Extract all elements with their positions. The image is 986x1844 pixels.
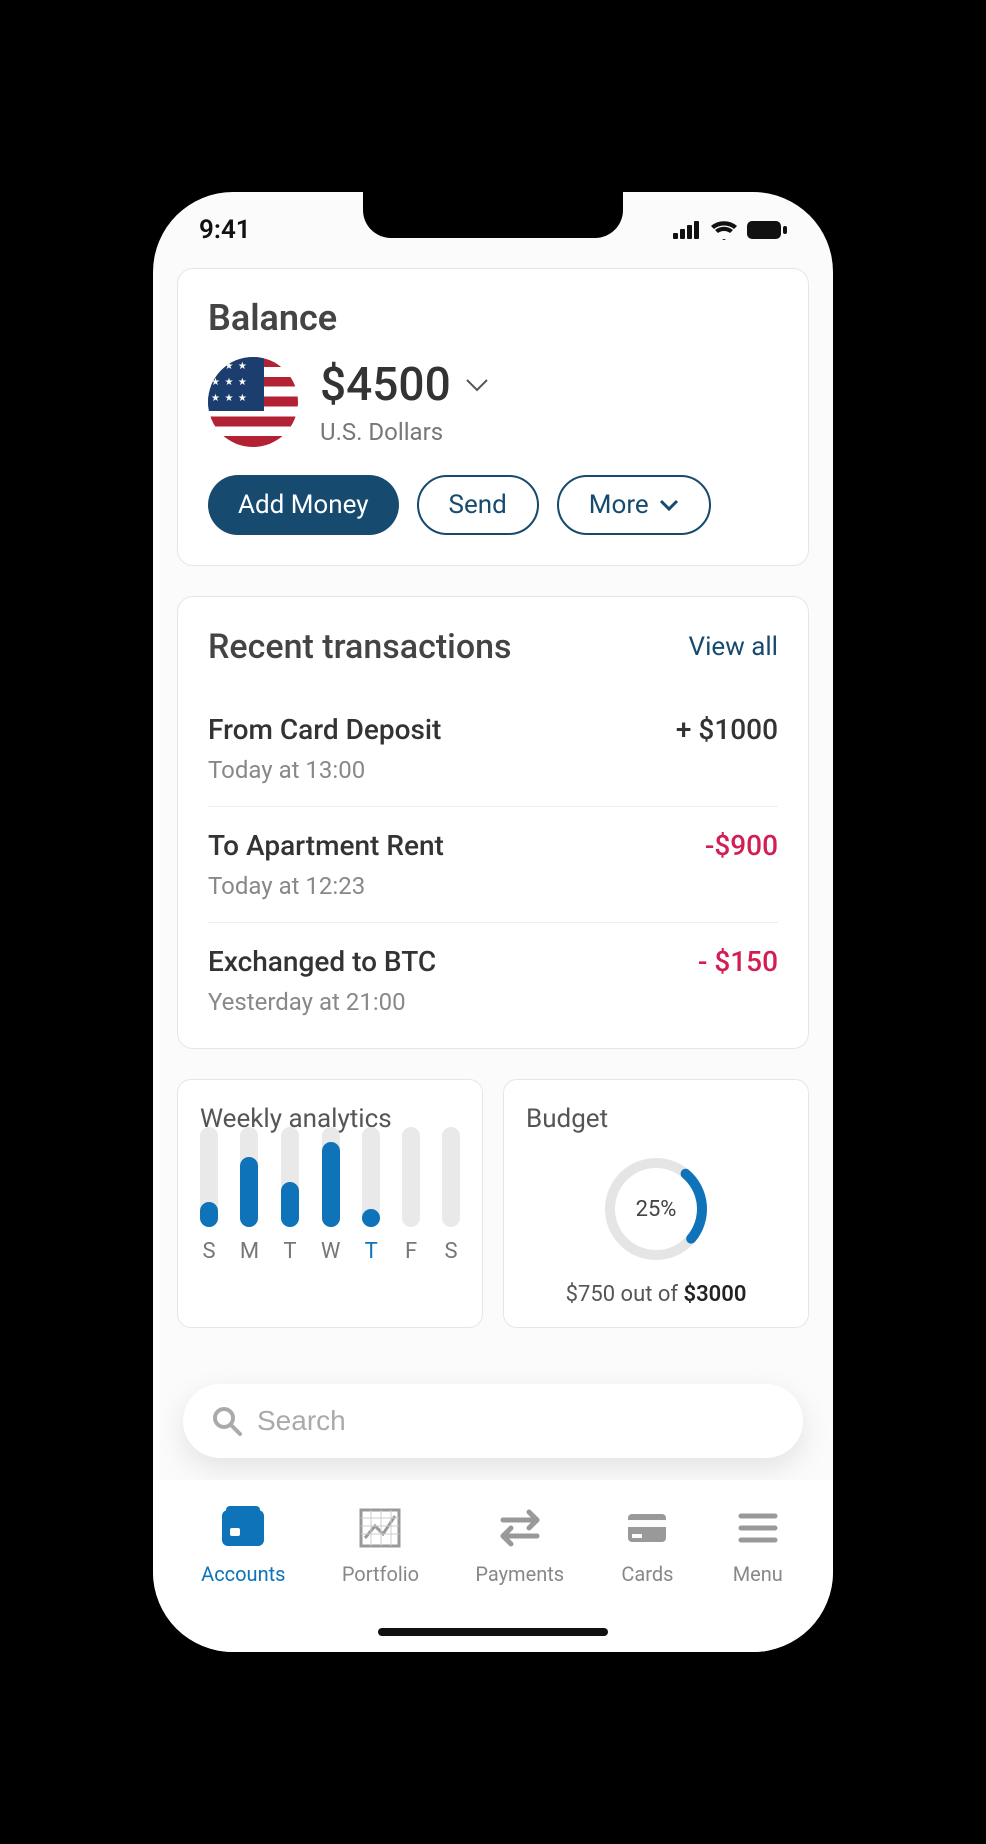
bar-track [240, 1127, 258, 1227]
more-label: More [589, 490, 649, 520]
balance-amount-row[interactable]: $4500 [320, 358, 489, 412]
analytics-bar: W [321, 1127, 341, 1264]
budget-percent-label: 25% [601, 1154, 711, 1264]
nav-menu[interactable]: Menu [731, 1504, 785, 1652]
transaction-time: Today at 12:23 [208, 872, 444, 900]
bar-track [281, 1127, 299, 1227]
bottom-nav: Accounts Portfolio Payments Cards Menu [153, 1480, 833, 1652]
transaction-amount: - $150 [698, 945, 778, 1016]
budget-summary: $750 out of $3000 [566, 1282, 747, 1307]
battery-icon [747, 221, 787, 239]
status-icons [673, 220, 787, 240]
analytics-bar: T [281, 1127, 299, 1264]
bar-track [402, 1127, 420, 1227]
transaction-time: Today at 13:00 [208, 756, 441, 784]
notch [363, 192, 623, 238]
bar-day-label: T [283, 1239, 296, 1264]
transaction-title: To Apartment Rent [208, 829, 444, 862]
balance-title: Balance [208, 297, 778, 339]
transaction-row[interactable]: To Apartment Rent Today at 12:23 -$900 [208, 806, 778, 922]
nav-label: Payments [475, 1562, 564, 1586]
bar-fill [200, 1202, 218, 1227]
search-icon [211, 1405, 243, 1437]
wifi-icon [711, 220, 737, 240]
bar-day-label: W [321, 1239, 341, 1264]
bar-fill [240, 1157, 258, 1227]
budget-total: $3000 [684, 1282, 747, 1307]
add-money-button[interactable]: Add Money [208, 475, 399, 535]
nav-label: Portfolio [342, 1562, 419, 1586]
transactions-title: Recent transactions [208, 627, 512, 667]
balance-card: Balance $4500 U.S. Dollars Add Money Sen… [177, 268, 809, 566]
budget-outof: out of [621, 1282, 679, 1307]
home-indicator[interactable] [378, 1628, 608, 1636]
phone-frame: 9:41 Balance $4500 U.S. Dollars A [153, 192, 833, 1652]
analytics-bar: S [442, 1127, 460, 1264]
nav-accounts[interactable]: Accounts [201, 1504, 285, 1652]
cards-icon [620, 1504, 674, 1552]
status-time: 9:41 [199, 215, 251, 245]
bar-day-label: M [240, 1239, 259, 1264]
analytics-bar: S [200, 1127, 218, 1264]
budget-donut-chart: 25% [601, 1154, 711, 1264]
chevron-down-icon [465, 378, 489, 392]
bar-day-label: S [202, 1239, 215, 1264]
nav-label: Menu [733, 1562, 783, 1586]
analytics-card[interactable]: Weekly analytics SMTWTFS [177, 1079, 483, 1328]
transaction-row[interactable]: From Card Deposit Today at 13:00 + $1000 [208, 691, 778, 806]
add-money-label: Add Money [238, 490, 369, 520]
balance-amount: $4500 [320, 358, 451, 412]
accounts-icon [216, 1504, 270, 1552]
search-bar[interactable] [183, 1384, 803, 1458]
search-input[interactable] [257, 1405, 775, 1437]
bar-track [200, 1127, 218, 1227]
budget-spent: $750 [566, 1282, 615, 1307]
bar-fill [281, 1182, 299, 1227]
transaction-amount: -$900 [705, 829, 778, 900]
analytics-bar: F [402, 1127, 420, 1264]
transaction-amount: + $1000 [676, 713, 778, 784]
bar-fill [362, 1209, 380, 1227]
bar-day-label: S [444, 1239, 457, 1264]
bar-track [322, 1127, 340, 1227]
currency-flag-icon[interactable] [208, 357, 298, 447]
analytics-bar: T [362, 1127, 380, 1264]
transaction-time: Yesterday at 21:00 [208, 988, 436, 1016]
bar-track [442, 1127, 460, 1227]
portfolio-icon [353, 1504, 407, 1552]
transaction-row[interactable]: Exchanged to BTC Yesterday at 21:00 - $150 [208, 922, 778, 1038]
bar-day-label: T [365, 1239, 378, 1264]
analytics-bar: M [240, 1127, 259, 1264]
transactions-card: Recent transactions View all From Card D… [177, 596, 809, 1049]
nav-label: Accounts [201, 1562, 285, 1586]
budget-card[interactable]: Budget 25% $750 out of $3000 [503, 1079, 809, 1328]
budget-title: Budget [526, 1104, 786, 1134]
send-button[interactable]: Send [417, 475, 539, 535]
more-button[interactable]: More [557, 475, 711, 535]
menu-icon [731, 1504, 785, 1552]
bar-track [362, 1127, 380, 1227]
chevron-down-icon [659, 499, 679, 511]
view-all-link[interactable]: View all [689, 632, 778, 662]
bar-fill [322, 1142, 340, 1227]
nav-cards[interactable]: Cards [620, 1504, 674, 1652]
cellular-icon [673, 221, 701, 239]
payments-icon [493, 1504, 547, 1552]
transaction-title: Exchanged to BTC [208, 945, 436, 978]
bar-day-label: F [405, 1239, 417, 1264]
nav-label: Cards [621, 1562, 673, 1586]
transaction-title: From Card Deposit [208, 713, 441, 746]
send-label: Send [449, 490, 507, 520]
balance-currency-label: U.S. Dollars [320, 418, 489, 446]
